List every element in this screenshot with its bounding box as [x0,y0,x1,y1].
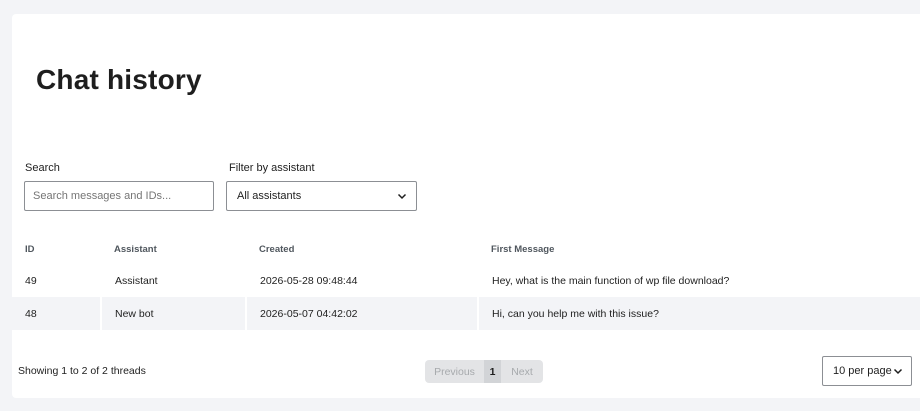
table-header-row: ID Assistant Created First Message [12,234,920,264]
cell-first-message: Hi, can you help me with this issue? [478,297,920,330]
table-row[interactable]: 48 New bot 2026-05-07 04:42:02 Hi, can y… [12,297,920,330]
search-input[interactable] [24,181,214,211]
chevron-down-icon [892,365,904,377]
table-row[interactable]: 49 Assistant 2026-05-28 09:48:44 Hey, wh… [12,264,920,297]
cell-first-message: Hey, what is the main function of wp fil… [492,274,730,287]
cell-created: 2026-05-28 09:48:44 [246,264,479,297]
chevron-down-icon [396,190,408,202]
assistant-filter-select[interactable]: All assistants [226,181,417,211]
page-title: Chat history [36,64,202,95]
threads-table: ID Assistant Created First Message 49 As… [12,234,920,330]
page-number-button[interactable]: 1 [484,360,501,383]
column-header-created[interactable]: Created [246,234,478,264]
assistant-filter-value: All assistants [237,190,302,202]
previous-page-button[interactable]: Previous [425,360,484,383]
column-header-id[interactable]: ID [12,234,101,264]
next-page-button[interactable]: Next [501,360,543,383]
filter-label: Filter by assistant [229,162,315,174]
search-label: Search [25,162,60,174]
chat-history-panel: Chat history Search Filter by assistant … [12,14,920,398]
cell-id: 48 [12,297,102,330]
cell-id: 49 [12,264,102,297]
cell-assistant: Assistant [101,264,247,297]
cell-created: 2026-05-07 04:42:02 [246,297,479,330]
pagination: Previous 1 Next [425,360,543,383]
column-header-assistant[interactable]: Assistant [101,234,246,264]
showing-count: Showing 1 to 2 of 2 threads [18,365,146,377]
column-header-first-message[interactable]: First Message [478,234,920,264]
per-page-select[interactable]: 10 per page [822,356,912,386]
per-page-value: 10 per page [833,365,892,377]
cell-assistant: New bot [101,297,247,330]
